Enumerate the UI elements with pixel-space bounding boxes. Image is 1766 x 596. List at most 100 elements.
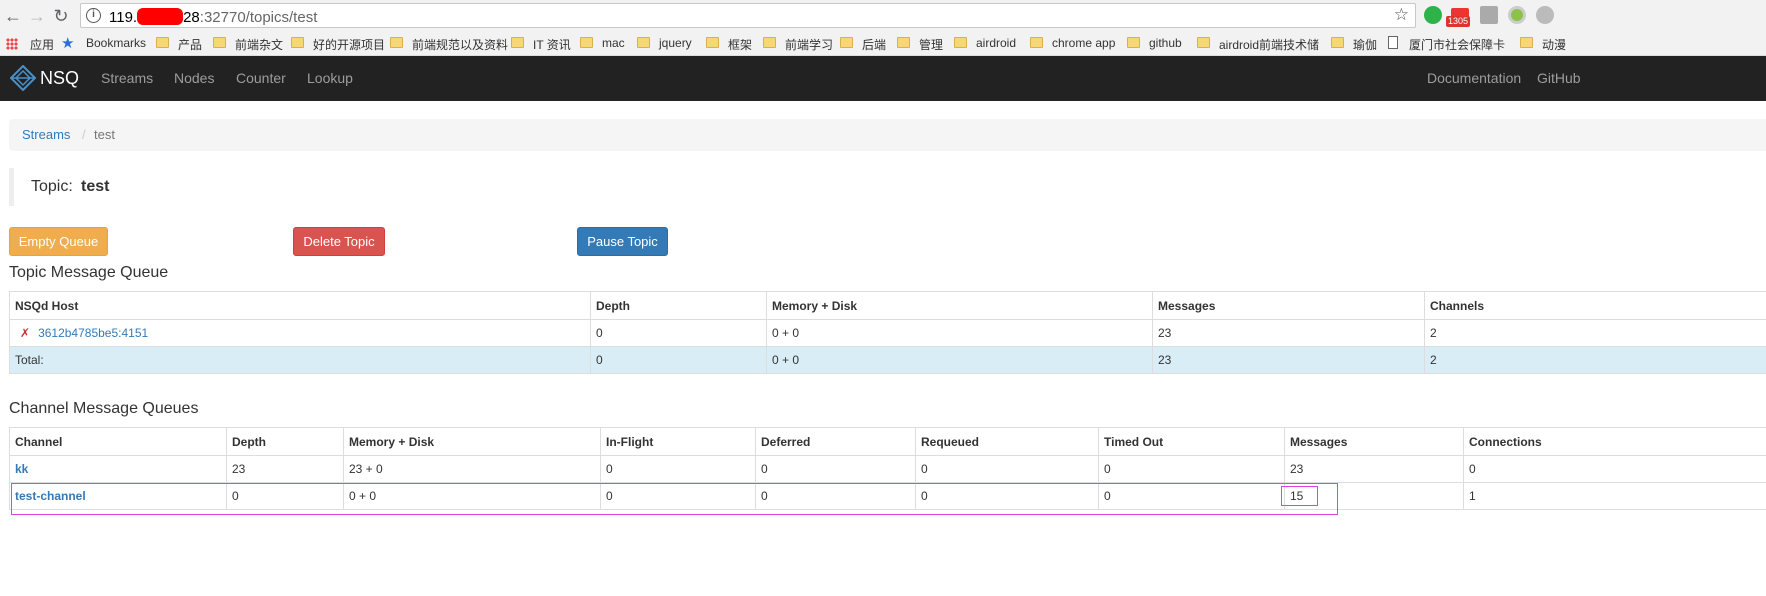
table-header-row: Channel Depth Memory + Disk In-Flight De… — [9, 427, 1766, 456]
channel-queue-heading: Channel Message Queues — [9, 400, 199, 417]
reload-icon[interactable]: ↻ — [50, 5, 72, 27]
forward-icon[interactable]: → — [26, 5, 48, 27]
bookmark-item[interactable]: 前端规范以及资料 — [412, 36, 508, 53]
bookmark-item[interactable]: 瑜伽 — [1353, 36, 1377, 53]
folder-icon — [1331, 37, 1344, 48]
messages-cell: 23 — [1152, 319, 1425, 347]
folder-icon — [291, 37, 304, 48]
folder-icon — [954, 37, 967, 48]
bookmark-item[interactable]: github — [1149, 36, 1182, 50]
extension-gray-icon[interactable] — [1480, 6, 1498, 24]
bookmark-item[interactable]: 产品 — [178, 36, 202, 53]
brand-name[interactable]: NSQ — [40, 68, 79, 89]
table-row: kk 23 23 + 0 0 0 0 0 23 0 — [9, 455, 1766, 483]
folder-icon — [763, 37, 776, 48]
bookmark-star-icon[interactable]: ☆ — [1394, 5, 1409, 25]
browser-toolbar: ← → ↻ i 119. 28:32770/topics/test ☆ 1305 — [0, 0, 1766, 31]
remove-host-icon[interactable]: ✗ — [20, 326, 30, 340]
total-channels: 2 — [1424, 346, 1766, 374]
column-header: Depth — [226, 427, 344, 456]
column-header: Channels — [1424, 291, 1766, 320]
bookmark-item[interactable]: airdroid — [976, 36, 1016, 50]
folder-icon — [637, 37, 650, 48]
requeued-cell: 0 — [915, 482, 1099, 510]
star-icon: ★ — [61, 35, 75, 52]
breadcrumb-streams[interactable]: Streams — [22, 127, 70, 142]
bookmark-item[interactable]: jquery — [659, 36, 692, 50]
column-header: Timed Out — [1098, 427, 1285, 456]
bookmark-item[interactable]: 管理 — [919, 36, 943, 53]
extension-settings-icon[interactable] — [1536, 6, 1554, 24]
bookmark-item[interactable]: 前端学习 — [785, 36, 833, 53]
nav-github[interactable]: GitHub — [1537, 70, 1581, 86]
bookmark-item[interactable]: Bookmarks — [86, 36, 146, 50]
column-header: Deferred — [755, 427, 916, 456]
folder-icon — [213, 37, 226, 48]
column-header: NSQd Host — [9, 291, 591, 320]
extension-green-icon[interactable] — [1424, 6, 1442, 24]
apps-grid-icon[interactable] — [6, 38, 18, 50]
nav-streams[interactable]: Streams — [101, 70, 153, 86]
topic-name: test — [81, 178, 110, 195]
mem-disk-cell: 0 + 0 — [766, 319, 1153, 347]
messages-cell: 15 — [1284, 482, 1464, 510]
navbar: NSQ Streams Nodes Counter Lookup Documen… — [0, 56, 1766, 101]
folder-icon — [706, 37, 719, 48]
in-flight-cell: 0 — [600, 482, 756, 510]
pause-topic-button[interactable]: Pause Topic — [577, 227, 668, 256]
depth-cell: 0 — [226, 482, 344, 510]
bookmark-item[interactable]: 前端杂文 — [235, 36, 283, 53]
total-row: Total: 0 0 + 0 23 2 — [9, 346, 1766, 374]
redaction-mark — [137, 8, 184, 25]
folder-icon — [156, 37, 169, 48]
folder-icon — [390, 37, 403, 48]
bookmark-item[interactable]: 后端 — [862, 36, 886, 53]
total-messages: 23 — [1152, 346, 1425, 374]
nav-lookup[interactable]: Lookup — [307, 70, 353, 86]
bookmark-item[interactable]: chrome app — [1052, 36, 1115, 50]
folder-icon — [1520, 37, 1533, 48]
doc-icon — [1388, 36, 1398, 49]
url-text: 119. 28:32770/topics/test — [109, 8, 318, 26]
address-bar[interactable]: i 119. 28:32770/topics/test ☆ — [80, 3, 1416, 28]
breadcrumb: Streams / test — [9, 119, 1766, 151]
deferred-cell: 0 — [755, 482, 916, 510]
bookmark-item[interactable]: 好的开源项目 — [313, 36, 385, 53]
timed-out-cell: 0 — [1098, 482, 1285, 510]
bookmark-item[interactable]: mac — [602, 36, 625, 50]
folder-icon — [511, 37, 524, 48]
back-icon[interactable]: ← — [2, 5, 24, 27]
total-depth: 0 — [590, 346, 767, 374]
folder-icon — [840, 37, 853, 48]
bookmark-item[interactable]: 框架 — [728, 36, 752, 53]
bookmark-item[interactable]: 厦门市社会保障卡信 — [1409, 36, 1505, 53]
table-row: ✗ 3612b4785be5:4151 0 0 + 0 23 2 — [9, 319, 1766, 347]
empty-queue-button[interactable]: Empty Queue — [9, 227, 108, 256]
nav-counter[interactable]: Counter — [236, 70, 286, 86]
table-header-row: NSQd Host Depth Memory + Disk Messages C… — [9, 291, 1766, 320]
channel-queue-table: Channel Depth Memory + Disk In-Flight De… — [9, 427, 1766, 510]
delete-topic-button[interactable]: Delete Topic — [293, 227, 385, 256]
bookmark-item[interactable]: airdroid前端技术储 — [1219, 36, 1329, 53]
breadcrumb-separator: / — [82, 127, 86, 142]
info-icon[interactable]: i — [86, 8, 101, 23]
nav-documentation[interactable]: Documentation — [1427, 70, 1521, 86]
folder-icon — [580, 37, 593, 48]
nav-nodes[interactable]: Nodes — [174, 70, 214, 86]
extension-circle-icon[interactable] — [1508, 6, 1526, 24]
messages-cell: 23 — [1284, 455, 1464, 483]
channel-cell: test-channel — [9, 482, 227, 510]
depth-cell: 0 — [590, 319, 767, 347]
channel-link-test-channel[interactable]: test-channel — [15, 489, 86, 503]
channel-link-kk[interactable]: kk — [15, 462, 28, 476]
nsq-logo-icon[interactable] — [9, 64, 37, 94]
page-title: Topic: test — [9, 168, 309, 206]
breadcrumb-current: test — [94, 127, 115, 142]
table-row: test-channel 0 0 + 0 0 0 0 0 15 1 — [9, 482, 1766, 510]
bookmark-item[interactable]: 应用 — [30, 36, 54, 53]
bookmark-item[interactable]: 动漫 — [1542, 36, 1566, 53]
bookmark-item[interactable]: IT 资讯 — [533, 36, 571, 53]
timed-out-cell: 0 — [1098, 455, 1285, 483]
host-link[interactable]: 3612b4785be5:4151 — [38, 326, 148, 340]
column-header: Memory + Disk — [766, 291, 1153, 320]
